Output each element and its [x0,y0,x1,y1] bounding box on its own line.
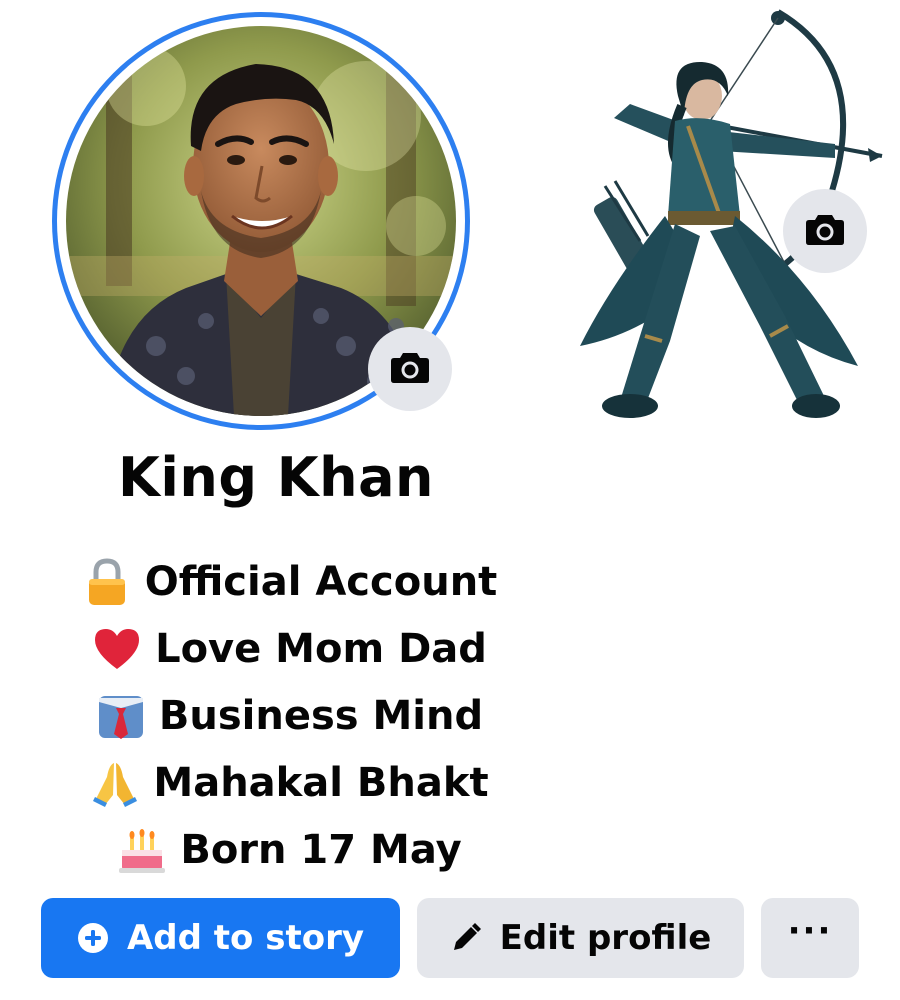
add-to-story-label: Add to story [126,918,365,958]
cover-camera-button[interactable] [783,189,867,273]
camera-icon [390,350,430,388]
add-to-story-button[interactable]: Add to story [41,898,400,978]
lock-icon [81,556,133,608]
bio-line: Official Account [0,548,578,615]
profile-page: King Khan Official Account Love Mom Dad [0,0,900,1000]
bio-line: Love Mom Dad [0,615,578,682]
plus-circle-icon [77,922,109,954]
necktie-icon [95,690,147,742]
edit-profile-button[interactable]: Edit profile [417,898,744,978]
heart-icon [91,623,143,675]
bio-line: Mahakal Bhakt [0,749,578,816]
bio-line: Born 17 May [0,816,578,883]
profile-name: King Khan [118,446,434,509]
camera-icon [805,212,845,250]
bio-text: Business Mind [158,692,484,739]
bio-text: Official Account [144,558,498,605]
bio: Official Account Love Mom Dad Business M… [0,548,578,883]
bio-text: Mahakal Bhakt [153,759,489,806]
pencil-icon [450,922,482,954]
birthday-cake-icon [116,824,168,876]
profile-camera-button[interactable] [368,327,452,411]
bio-text: Born 17 May [180,826,462,873]
more-icon: ··· [787,911,833,951]
bio-line: Business Mind [0,682,578,749]
edit-profile-label: Edit profile [499,918,712,958]
folded-hands-icon [89,757,141,809]
more-options-button[interactable]: ··· [761,898,859,978]
bio-text: Love Mom Dad [155,625,487,672]
